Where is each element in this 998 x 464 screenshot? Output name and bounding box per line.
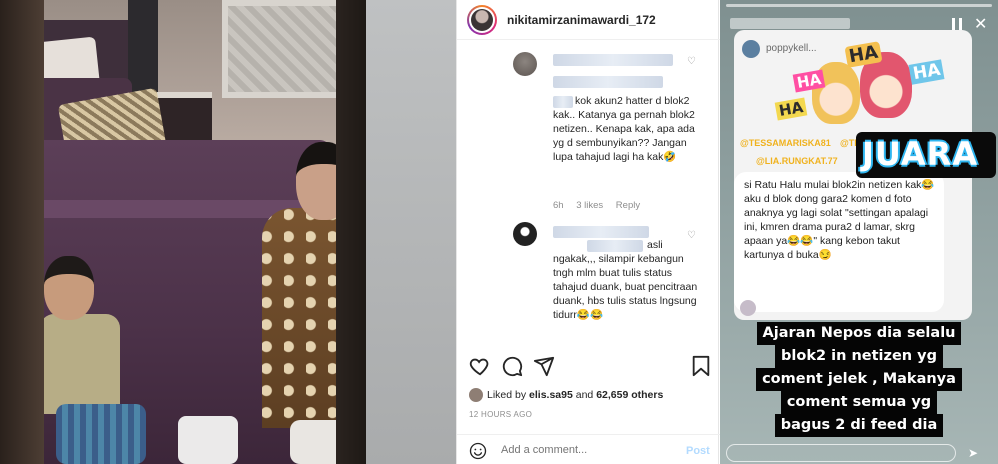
- post-button[interactable]: Post: [686, 445, 710, 457]
- bookmark-icon[interactable]: [691, 355, 711, 377]
- comment-text: asli ngakak,,, silampir kebangun tngh ml…: [553, 239, 698, 321]
- post-username[interactable]: nikitamirzanimawardi_172: [507, 13, 656, 27]
- caption-text: coment jelek , Makanya: [756, 368, 962, 391]
- juara-text: JUARA: [862, 135, 979, 173]
- caption-line-3: coment jelek , Makanya: [744, 368, 974, 391]
- juara-sticker: JUARA: [856, 132, 996, 178]
- blurred-username: [553, 76, 663, 88]
- poppy-handle: poppykell...: [766, 43, 817, 54]
- side-wall: [366, 0, 456, 464]
- comment-input[interactable]: [501, 444, 661, 456]
- caption-line-4: coment semua yg: [744, 391, 974, 414]
- boy-body: [40, 314, 120, 414]
- liker-avatar[interactable]: [469, 388, 483, 402]
- wall-mirror: [222, 0, 342, 98]
- doorframe-right: [336, 0, 366, 464]
- mention-tag: @LIA.RUNGKAT.77: [756, 156, 838, 166]
- caption-line-5: bagus 2 di feed dia: [744, 414, 974, 437]
- caption-text: blok2 in netizen yg: [775, 345, 943, 368]
- story-reply-bar[interactable]: [726, 444, 956, 462]
- comment-likes[interactable]: 3 likes: [576, 200, 603, 211]
- story-screenshot: ✕ poppykell... HA HA HA HA @TESSAMARISKA…: [720, 0, 998, 464]
- liked-by-prefix: Liked by: [487, 388, 527, 401]
- close-icon[interactable]: ✕: [974, 14, 987, 34]
- boy-head: [44, 256, 94, 320]
- caption-line-1: Ajaran Nepos dia selalu: [744, 322, 974, 345]
- pause-icon[interactable]: [952, 18, 962, 30]
- commenter-avatar[interactable]: [513, 222, 537, 246]
- caption-text: coment semua yg: [780, 391, 938, 414]
- story-progress-bar: [726, 4, 992, 7]
- blurred-story-user: [730, 18, 850, 29]
- reply-button[interactable]: Reply: [616, 200, 640, 211]
- liked-by-user[interactable]: elis.sa95: [529, 389, 573, 401]
- post-timestamp[interactable]: 12 HOURS AGO: [469, 410, 532, 419]
- caption-text: Ajaran Nepos dia selalu: [756, 322, 962, 345]
- smile-icon[interactable]: [469, 442, 487, 460]
- bedroom-photo: [0, 0, 456, 464]
- comment-age: 6h: [553, 200, 564, 211]
- chat-bubble-text: si Ratu Halu mulai blok2in netizen kak😂 …: [744, 179, 935, 261]
- send-icon[interactable]: ➤: [968, 446, 978, 460]
- doorframe-left: [0, 0, 44, 464]
- poppy-avatar: [742, 40, 760, 58]
- blurred-username: [553, 54, 673, 66]
- comment-meta: 6h 3 likes Reply: [553, 200, 640, 211]
- comment-icon[interactable]: [501, 355, 523, 377]
- plastic-bag: [178, 416, 238, 464]
- instagram-post-panel: nikitamirzanimawardi_172 ♡ kok akun2 hat…: [456, 0, 720, 464]
- liked-by-and: and: [575, 388, 594, 401]
- blurred-username: [553, 226, 649, 238]
- boy-sarong: [56, 404, 146, 464]
- add-comment-bar: Post: [457, 434, 720, 464]
- likes-summary: Liked by elis.sa95 and 62,659 others: [469, 388, 663, 402]
- reply-avatar: [740, 300, 756, 316]
- share-icon[interactable]: [533, 355, 555, 377]
- commenter-avatar[interactable]: [513, 52, 537, 76]
- caption-line-2: blok2 in netizen yg: [744, 345, 974, 368]
- heart-icon[interactable]: [469, 355, 491, 377]
- post-header: nikitamirzanimawardi_172: [457, 0, 720, 40]
- profile-avatar[interactable]: [467, 5, 497, 35]
- lamp: [128, 0, 158, 92]
- post-actions: [457, 355, 720, 381]
- caption-text: bagus 2 di feed dia: [774, 414, 944, 437]
- comment-like-heart-icon[interactable]: ♡: [687, 56, 696, 67]
- liked-by-others[interactable]: 62,659 others: [596, 389, 663, 401]
- mention-tag: @TESSAMARISKA81: [740, 138, 831, 148]
- comment-text: kok akun2 hatter d blok2 kak.. Katanya g…: [553, 95, 695, 163]
